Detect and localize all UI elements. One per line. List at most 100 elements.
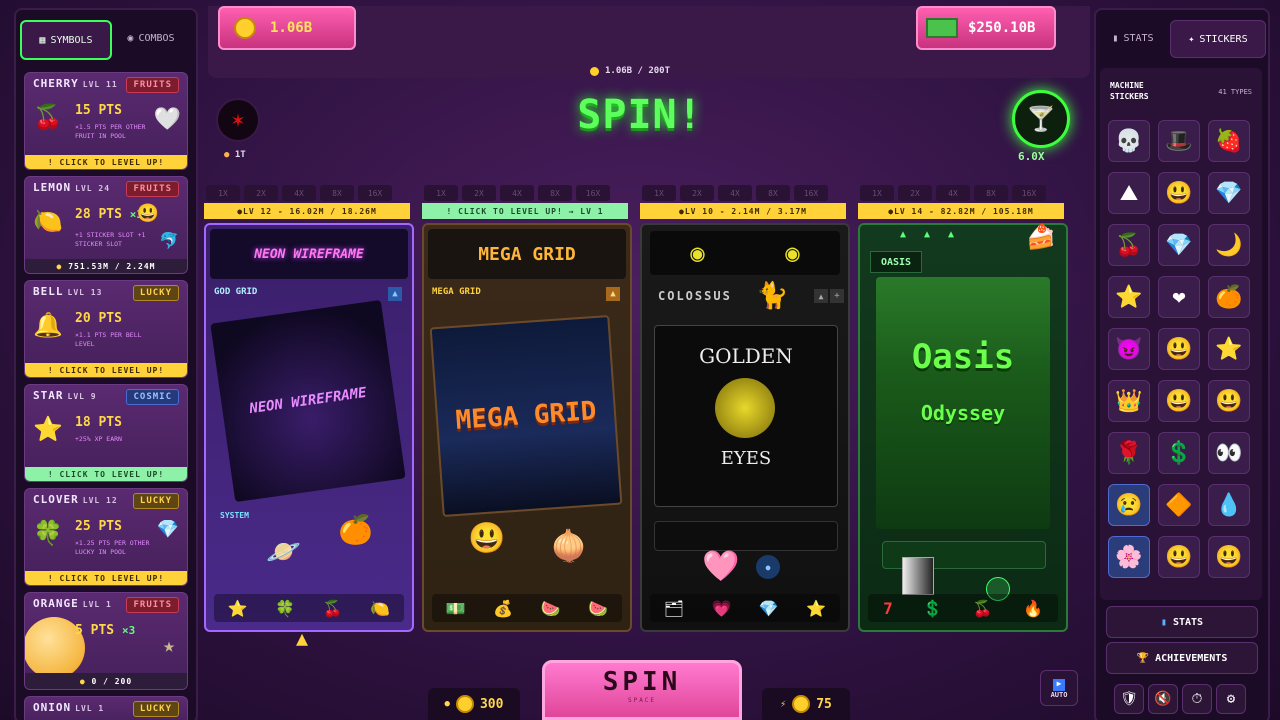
smiley-sticker-icon: 😃 [136,203,159,224]
stickers-panel: ▮ STATS ✦ STICKERS MACHINE STICKERS 41 T… [1094,8,1270,720]
sticker-slot[interactable]: 😃 [1158,380,1200,422]
selector-arrow-icon: ▲ [296,626,309,650]
chart-icon: ▮ [1160,616,1167,628]
reel-row: 💵 💰 🍉 🍉 [432,594,622,622]
sticker-slot[interactable]: 💀 [1108,120,1150,162]
machine-art: Oasis Odyssey [876,277,1050,529]
combo-icon: ◉ [127,32,134,44]
multiplier-row: 1X 2X 4X 8X 16X [424,185,610,201]
star-icon: ⭐ [33,415,63,443]
sticker-slot[interactable]: 💲 [1158,432,1200,474]
coin-icon [590,66,599,76]
machine-art: GOLDEN EYES [654,325,838,507]
sticker-slot[interactable]: 🌹 [1108,432,1150,474]
timer-icon[interactable]: ⏱ [1182,684,1212,714]
sticker-slot[interactable]: 🍊 [1208,276,1250,318]
machine-mega-grid[interactable]: MEGA GRID MEGA GRID ▲ MEGA GRID 😃 🧅 💵 💰 🍉 🍉 [422,223,632,632]
sticker-slot[interactable]: 🍒 [1108,224,1150,266]
sticker-slot[interactable]: 😃 [1208,380,1250,422]
sticker-slot[interactable]: 🌙 [1208,224,1250,266]
sticker-slot[interactable]: 😈 [1108,328,1150,370]
machine-level-bar: ● LV 14 - 82.82M / 105.18M [858,203,1064,219]
lemon-icon: 🍋 [33,207,63,235]
symbol-card-cherry[interactable]: CHERRY LVL 11 FRUITS 🍒 15 PTS ×1.5 PTS PE… [24,72,188,170]
machine-level-bar: ● LV 10 - 2.14M / 3.17M [640,203,846,219]
sticker-icon: ✦ [1188,33,1195,45]
sticker-slot[interactable]: 😃 [1158,328,1200,370]
gear-icon[interactable]: ⚙ [1216,684,1246,714]
multiplier-row: 1X 2X 4X 8X 16X [860,185,1046,201]
tab-symbols[interactable]: ▦ SYMBOLS [20,20,112,60]
sticker-slot[interactable]: 💎 [1208,172,1250,214]
level-up-button[interactable]: ! CLICK TO LEVEL UP! [25,571,187,585]
symbol-card-lemon[interactable]: LEMON LVL 24 FRUITS 🍋 28 PTS ×3 +1 STICKE… [24,176,188,274]
smiley-icon: 😃 [468,521,506,556]
eye-icon: ◉ [690,239,705,267]
multiplier-value: 6.0X [1018,150,1045,163]
up-arrow-icon[interactable]: ▲ [814,289,828,303]
symbol-card-orange[interactable]: ORANGE LVL 1 FRUITS 5 PTS ×3 ★ ● 0 / 200 [24,592,188,690]
spin-button[interactable]: SPIN SPACE [542,660,742,720]
plus-icon[interactable]: + [830,289,844,303]
symbol-card-onion[interactable]: ONION LVL 1 LUCKY [24,696,188,720]
trophy-icon: 🏆 [1136,652,1150,664]
reel-row: 🗂 💗 💎 ⭐ [650,594,840,622]
coin-counter: ● 300 [428,688,520,720]
machine-colossus[interactable]: ◉ ◉ COLOSSUS 🐈 ▲ + GOLDEN EYES 🩷 ● 🗂 💗 💎 ⭐ [640,223,850,632]
heart-sticker-icon: 🤍 [153,107,181,132]
bag-icon: ● [224,150,230,160]
mute-icon[interactable]: 🔇 [1148,684,1178,714]
eye-icon: ◉ [785,239,800,267]
sticker-slot[interactable]: ⭐ [1108,276,1150,318]
star-sticker-icon: ★ [162,633,175,657]
achievements-button[interactable]: 🏆 ACHIEVEMENTS [1106,642,1258,674]
sticker-slot[interactable]: 😢 [1108,484,1150,526]
machine-oasis[interactable]: ▲▲▲ 🍰 OASIS Oasis Odyssey 7 💲 🍒 🔥 [858,223,1068,632]
machine-art: MEGA GRID [429,314,623,518]
symbol-card-clover[interactable]: CLOVER LVL 12 LUCKY 🍀 25 PTS ×1.25 PTS PE… [24,488,188,586]
orange-icon: 🍊 [338,513,373,546]
sticker-slot[interactable]: ⛰ [1108,172,1150,214]
tab-combos[interactable]: ◉ COMBOS [112,20,190,56]
level-up-button[interactable]: ! CLICK TO LEVEL UP! [25,155,187,169]
level-up-button[interactable]: ! CLICK TO LEVEL UP! [25,363,187,377]
sticker-slot[interactable]: 💎 [1158,224,1200,266]
tab-stickers[interactable]: ✦ STICKERS [1170,20,1266,58]
golden-eyes-header: ◉ ◉ [650,231,840,275]
sticker-slot[interactable]: 👑 [1108,380,1150,422]
sticker-slot[interactable]: ❤ [1158,276,1200,318]
sticker-slot[interactable]: ⭐ [1208,328,1250,370]
sticker-slot[interactable]: 🍓 [1208,120,1250,162]
sticker-slot[interactable]: 🎩 [1158,120,1200,162]
level-up-button[interactable]: ! CLICK TO LEVEL UP! [25,467,187,481]
game-screen: ▦ SYMBOLS ◉ COMBOS CHERRY LVL 11 FRUITS 🍒… [0,0,1280,720]
sticker-slot[interactable]: 💧 [1208,484,1250,526]
sticker-slot[interactable]: 😃 [1158,172,1200,214]
sticker-slot[interactable]: 🔶 [1158,484,1200,526]
stats-button[interactable]: ▮ STATS [1106,606,1258,638]
tab-stats[interactable]: ▮ STATS [1100,20,1166,56]
player-avatar[interactable]: ✶ [216,98,260,142]
reel-row: 7 💲 🍒 🔥 [868,594,1058,622]
dolphin-sticker-icon: 🐬 [159,231,179,250]
empty-slot [654,521,838,551]
symbol-card-bell[interactable]: BELL LVL 13 LUCKY 🔔 20 PTS ×1.1 PTS PER B… [24,280,188,378]
sticker-slot[interactable]: 😃 [1208,536,1250,578]
clover-icon: 🍀 [33,519,63,547]
diamond-sticker-icon: 💎 [156,519,179,540]
up-arrow-icon[interactable]: ▲ [388,287,402,301]
sticker-slot[interactable]: 🌸 [1108,536,1150,578]
sticker-slot[interactable]: 😃 [1158,536,1200,578]
cocktail-icon[interactable]: 🍸 [1012,90,1070,148]
symbol-card-star[interactable]: STAR LVL 9 COSMIC ⭐ 18 PTS +25% XP EARN !… [24,384,188,482]
shield-icon[interactable]: 🛡 [1114,684,1144,714]
sticker-slot[interactable]: 👀 [1208,432,1250,474]
coin-progress: 1.06B / 200T [590,64,690,78]
machine-god-grid[interactable]: NEON WIREFRAME GOD GRID ▲ NEON WIREFRAME… [204,223,414,632]
chart-icon: ▮ [1112,32,1119,44]
machine-art: NEON WIREFRAME [210,299,406,503]
machine-level-up-button[interactable]: ! CLICK TO LEVEL UP! → LV 1 [422,203,628,219]
auto-button[interactable]: ▶ AUTO [1040,670,1078,706]
player-label: ● 1T [224,150,246,160]
up-arrow-icon[interactable]: ▲ [606,287,620,301]
